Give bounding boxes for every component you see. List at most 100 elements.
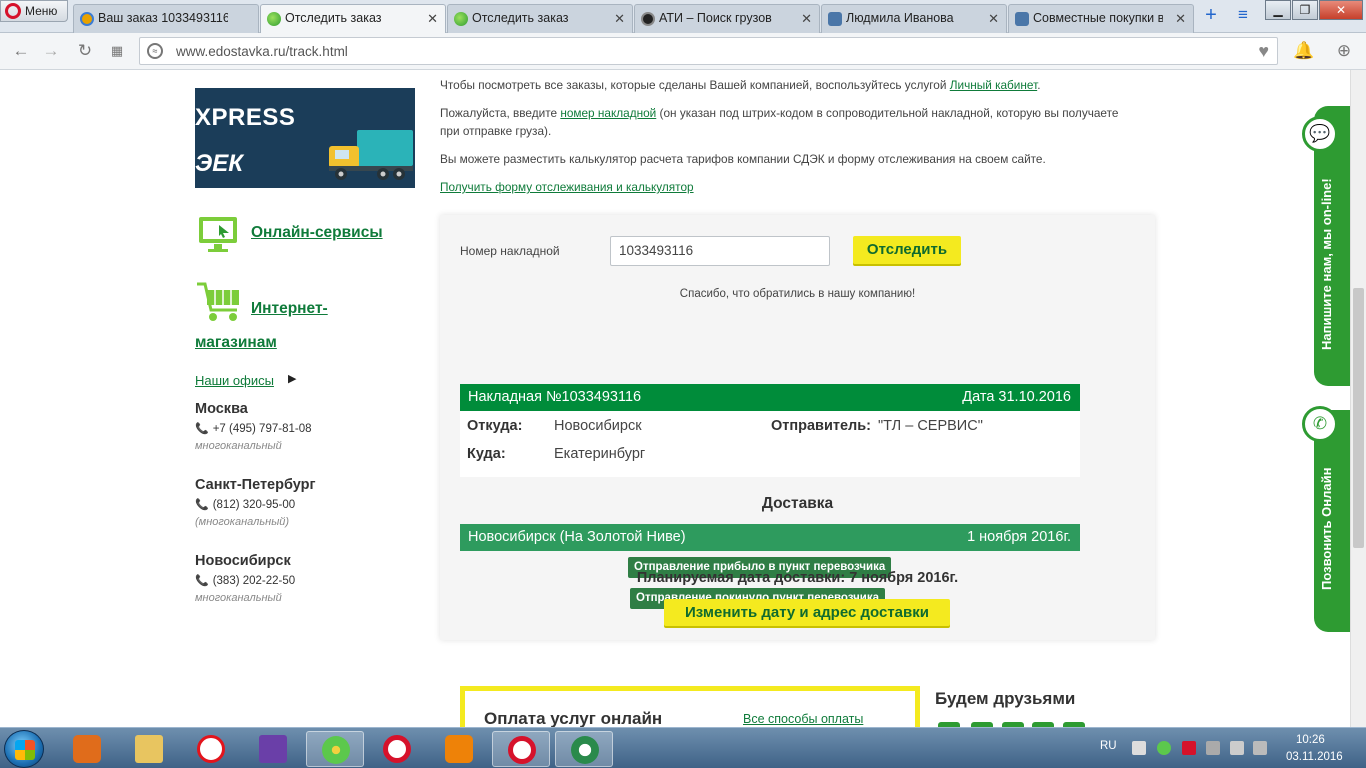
downloads-icon[interactable]: ⊕: [1333, 41, 1355, 61]
phone-moscow[interactable]: 📞 +7 (495) 797-81-08: [195, 422, 311, 435]
tab-label: Ваш заказ 1033493116 з: [98, 11, 228, 25]
phone-note: (многоканальный): [195, 516, 290, 528]
url-field[interactable]: ≈ www.edostavka.ru/track.html ♥: [139, 37, 1278, 65]
close-tab-icon[interactable]: ✕: [988, 5, 999, 32]
opera-logo-icon: [5, 3, 21, 19]
online-services-link[interactable]: Онлайн-сервисы: [251, 224, 383, 242]
waybill-field-label: Номер накладной: [460, 244, 560, 258]
tab-mail-order[interactable]: Ваш заказ 1033493116 з: [73, 4, 259, 33]
network-error-tray-icon[interactable]: [1206, 741, 1220, 755]
monitor-icon: [199, 217, 237, 252]
waybill-date: Дата 31.10.2016: [962, 389, 1071, 405]
close-tab-icon[interactable]: ✕: [427, 5, 438, 32]
tab-vk-person[interactable]: Людмила Иванова ✕: [821, 4, 1007, 33]
city-name-spb: Санкт-Петербург: [195, 477, 316, 493]
delivery-point-date: 1 ноября 2016г.: [967, 529, 1071, 545]
get-tracking-form-link[interactable]: Получить форму отслеживания и калькулято…: [440, 178, 694, 196]
taskbar-yandex[interactable]: [182, 731, 240, 767]
taskbar-recycle[interactable]: [555, 731, 613, 767]
tab-ati[interactable]: АТИ – Поиск грузов ✕: [634, 4, 820, 33]
taskbar-opera[interactable]: [368, 731, 426, 767]
notifications-bell-icon[interactable]: 🔔: [1293, 41, 1315, 61]
icq-flower-icon: [322, 736, 350, 764]
taskbar-opera-active[interactable]: [492, 731, 550, 767]
speed-dial-grid-icon[interactable]: ▦: [106, 43, 128, 59]
waybill-title: Накладная №1033493116: [468, 389, 642, 405]
odnoklassniki-app-icon: [445, 735, 473, 763]
opera-icon: [383, 735, 411, 763]
delivery-point-name: Новосибирск (На Золотой Ниве): [468, 529, 686, 545]
phone-novosibirsk[interactable]: 📞 (383) 202-22-50: [195, 574, 295, 587]
our-offices-link[interactable]: Наши офисы: [195, 373, 274, 388]
tab-track-order[interactable]: Отследить заказ ✕: [447, 4, 633, 33]
site-info-icon[interactable]: ≈: [147, 43, 163, 59]
new-tab-plus-icon[interactable]: +: [1198, 5, 1224, 27]
close-tab-icon[interactable]: ✕: [614, 5, 625, 32]
taskbar-editor[interactable]: [244, 731, 302, 767]
phone-call-icon[interactable]: ✆: [1302, 406, 1338, 442]
banner-express-text: XPRESS: [195, 104, 296, 131]
social-heading: Будем друзьями: [935, 689, 1076, 708]
opera-mail-icon: [80, 12, 94, 26]
cdek-express-banner[interactable]: XPRESS ЭЕК: [195, 88, 415, 188]
back-arrow-icon[interactable]: ←: [10, 41, 32, 61]
clipboard-tray-icon[interactable]: [1132, 741, 1146, 755]
waybill-number-link[interactable]: номер накладной: [560, 106, 656, 120]
cdek-favicon-icon: [267, 12, 281, 26]
icq-tray-icon[interactable]: [1157, 741, 1171, 755]
reload-icon[interactable]: ↻: [74, 41, 96, 61]
personal-account-link[interactable]: Личный кабинет: [950, 78, 1037, 92]
sender-value: "ТЛ – СЕРВИС": [878, 418, 983, 434]
chat-bubble-icon[interactable]: 💬: [1302, 116, 1338, 152]
clock-date[interactable]: 03.11.2016: [1286, 751, 1343, 763]
all-payment-methods-link[interactable]: Все способы оплаты: [743, 712, 863, 726]
taskbar-explorer[interactable]: [120, 731, 178, 767]
bookmark-heart-icon[interactable]: ♥: [1258, 41, 1269, 62]
browser-address-bar: ← → ↻ ▦ ≈ www.edostavka.ru/track.html ♥ …: [0, 33, 1366, 70]
from-value: Новосибирск: [554, 418, 642, 434]
forward-arrow-icon[interactable]: →: [40, 41, 62, 61]
tab-menu-icon[interactable]: ≡: [1230, 5, 1256, 27]
sender-label: Отправитель:: [771, 418, 872, 434]
track-button[interactable]: Отследить: [853, 236, 961, 264]
vk-favicon-icon: [1015, 12, 1029, 26]
minimize-window-icon[interactable]: ▁: [1265, 0, 1291, 20]
taskbar-ok[interactable]: [430, 731, 488, 767]
web-page: XPRESS ЭЕК Онлайн-сервисы Интернет-магаз…: [0, 70, 1366, 727]
online-shops-link[interactable]: Интернет-магазинам: [195, 292, 345, 360]
start-button[interactable]: [4, 730, 44, 768]
planned-delivery-date: Планируемая дата доставки: 7 ноября 2016…: [636, 570, 959, 586]
change-delivery-button[interactable]: Изменить дату и адрес доставки: [664, 599, 950, 626]
phone-icon: 📞: [195, 499, 209, 511]
opera-menu-button[interactable]: Меню: [0, 0, 68, 22]
tab-label: Отследить заказ: [472, 11, 569, 25]
payment-title: Оплата услуг онлайн: [484, 709, 663, 727]
cdek-favicon-icon: [454, 12, 468, 26]
intro-paragraph-3: Вы можете разместить калькулятор расчета…: [440, 152, 1046, 166]
antivirus-tray-icon[interactable]: [1182, 741, 1196, 755]
page-scrollbar[interactable]: [1350, 70, 1366, 727]
arrow-right-icon: ▶: [288, 373, 297, 385]
maximize-window-icon[interactable]: ❐: [1292, 0, 1318, 20]
to-label: Куда:: [467, 446, 506, 462]
tracking-panel: Номер накладной 1033493116 Отследить Спа…: [440, 215, 1155, 640]
tab-label: Совместные покупки в К: [1033, 11, 1163, 25]
phone-note: многоканальный: [195, 440, 282, 452]
clock-time[interactable]: 10:26: [1296, 734, 1325, 746]
close-tab-icon[interactable]: ✕: [801, 5, 812, 32]
waybill-number-input[interactable]: 1033493116: [610, 236, 830, 266]
tab-vk-purchases[interactable]: Совместные покупки в К ✕: [1008, 4, 1194, 33]
close-tab-icon[interactable]: ✕: [1175, 5, 1186, 32]
language-indicator[interactable]: RU: [1100, 740, 1117, 752]
volume-icon[interactable]: [1230, 741, 1244, 755]
call-widget-tab[interactable]: Позвонить Онлайн: [1314, 410, 1350, 632]
tab-track-order-active[interactable]: Отследить заказ ✕: [260, 4, 446, 33]
scrollbar-thumb[interactable]: [1353, 288, 1364, 548]
menu-label: Меню: [25, 4, 58, 18]
phone-spb[interactable]: 📞 (812) 320-95-00: [195, 498, 295, 511]
taskbar-media-player[interactable]: [58, 731, 116, 767]
network-signal-icon[interactable]: [1253, 741, 1267, 755]
taskbar-icq[interactable]: [306, 731, 364, 767]
browser-tab-bar: Меню Ваш заказ 1033493116 з Отследить за…: [0, 0, 1366, 33]
close-window-icon[interactable]: ✕: [1319, 0, 1363, 20]
